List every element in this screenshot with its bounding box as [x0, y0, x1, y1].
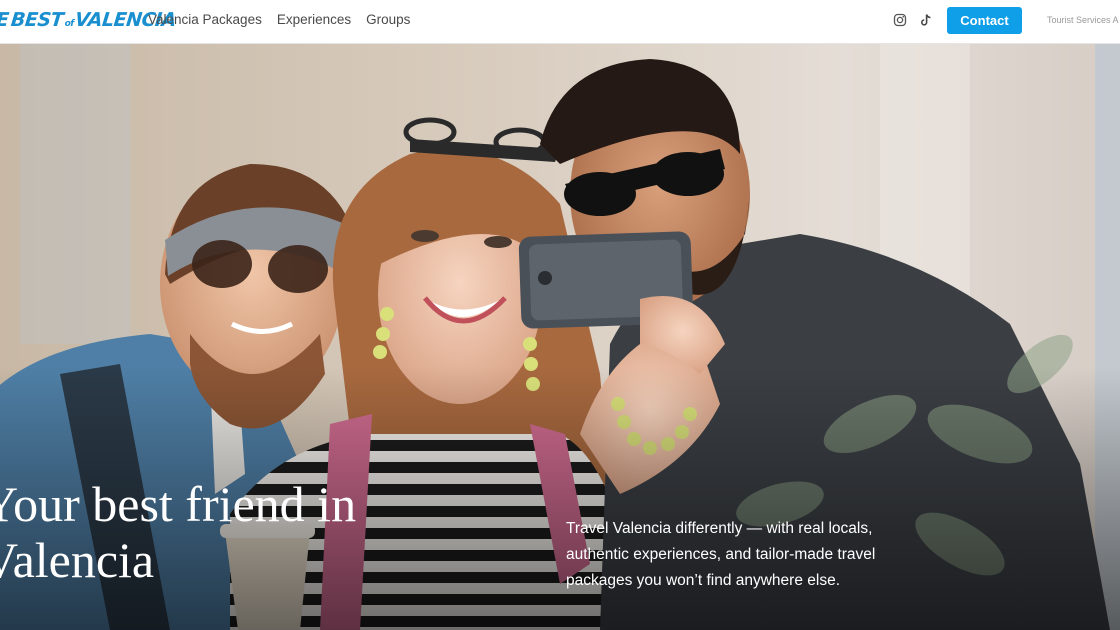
main-nav: Valencia Packages Experiences Groups [148, 12, 410, 27]
logo-of: of [64, 19, 75, 29]
hero-section: Your best friend in Valencia Travel Vale… [0, 44, 1120, 630]
hero-description: Travel Valencia differently — with real … [566, 516, 926, 594]
hero-description-line-2: authentic experiences, and tailor-made t… [566, 546, 876, 563]
hero-description-line-3: packages you won’t find anywhere else. [566, 572, 840, 589]
hero-title-line-1: Your best friend in [0, 476, 357, 532]
tiktok-icon[interactable] [919, 13, 933, 27]
contact-button[interactable]: Contact [947, 7, 1022, 34]
nav-valencia-packages[interactable]: Valencia Packages [148, 12, 262, 27]
logo-best: BEST [10, 9, 65, 31]
instagram-icon[interactable] [893, 13, 907, 27]
nav-experiences[interactable]: Experiences [277, 12, 351, 27]
nav-groups[interactable]: Groups [366, 12, 410, 27]
hero-description-line-1: Travel Valencia differently — with real … [566, 520, 873, 537]
site-header: E BEST of VALENCIA Valencia Packages Exp… [0, 0, 1120, 44]
hero-title: Your best friend in Valencia [0, 476, 442, 588]
logo-prefix: E [0, 9, 10, 31]
tourist-services-label: Tourist Services A [1047, 15, 1119, 25]
hero-title-line-2: Valencia [0, 532, 155, 588]
